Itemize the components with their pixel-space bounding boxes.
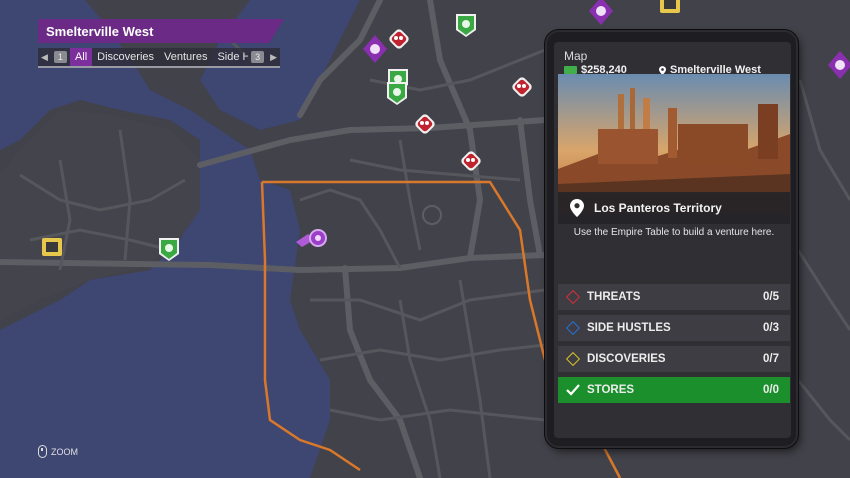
left-arrow-icon[interactable]: ◀	[38, 52, 51, 63]
category-count: 0/3	[763, 322, 779, 334]
threats-diamond-icon	[565, 289, 581, 305]
mouse-icon	[38, 445, 47, 458]
category-list: THREATS 0/5 SIDE HUSTLES 0/3 DISCOVERIES…	[558, 284, 790, 408]
category-stores[interactable]: STORES 0/0	[558, 377, 790, 403]
location-pin-icon	[570, 199, 584, 217]
category-threats[interactable]: THREATS 0/5	[558, 284, 790, 310]
category-label: STORES	[587, 384, 635, 396]
tab-all[interactable]: All	[69, 48, 93, 66]
category-discoveries[interactable]: DISCOVERIES 0/7	[558, 346, 790, 372]
right-key-hint: 3	[251, 51, 265, 63]
region-title: Smelterville West	[38, 19, 284, 43]
zoom-label: ZOOM	[51, 446, 78, 457]
zoom-hint: ZOOM	[38, 445, 78, 458]
map-panel-screen: Map $258,240 Smelterville West Los Pante…	[554, 42, 791, 438]
tab-discoveries[interactable]: Discoveries	[92, 48, 159, 66]
category-label: SIDE HUSTLES	[587, 322, 671, 334]
map-panel: Map $258,240 Smelterville West Los Pante…	[545, 30, 798, 448]
category-label: THREATS	[587, 291, 641, 303]
category-count: 0/5	[763, 291, 779, 303]
category-side-hustles[interactable]: SIDE HUSTLES 0/3	[558, 315, 790, 341]
filter-bar: ◀ 1 All Discoveries Ventures Side Hu 3 ▶	[38, 48, 280, 68]
left-key-hint: 1	[53, 51, 67, 63]
tab-ventures[interactable]: Ventures	[159, 48, 212, 66]
side-hustles-diamond-icon	[565, 320, 581, 336]
venture-note: Use the Empire Table to build a venture …	[558, 224, 790, 244]
tab-side-hustles[interactable]: Side Hu	[212, 48, 248, 66]
territory-name: Los Panteros Territory	[594, 201, 722, 215]
category-count: 0/7	[763, 353, 779, 365]
check-icon	[566, 384, 580, 396]
panel-title: Map	[564, 49, 588, 63]
category-label: DISCOVERIES	[587, 353, 666, 365]
right-arrow-icon[interactable]: ▶	[267, 52, 280, 63]
discoveries-diamond-icon	[565, 351, 581, 367]
cash-icon	[564, 66, 577, 74]
category-count: 0/0	[763, 384, 779, 396]
photo-caption: Los Panteros Territory	[558, 192, 790, 224]
